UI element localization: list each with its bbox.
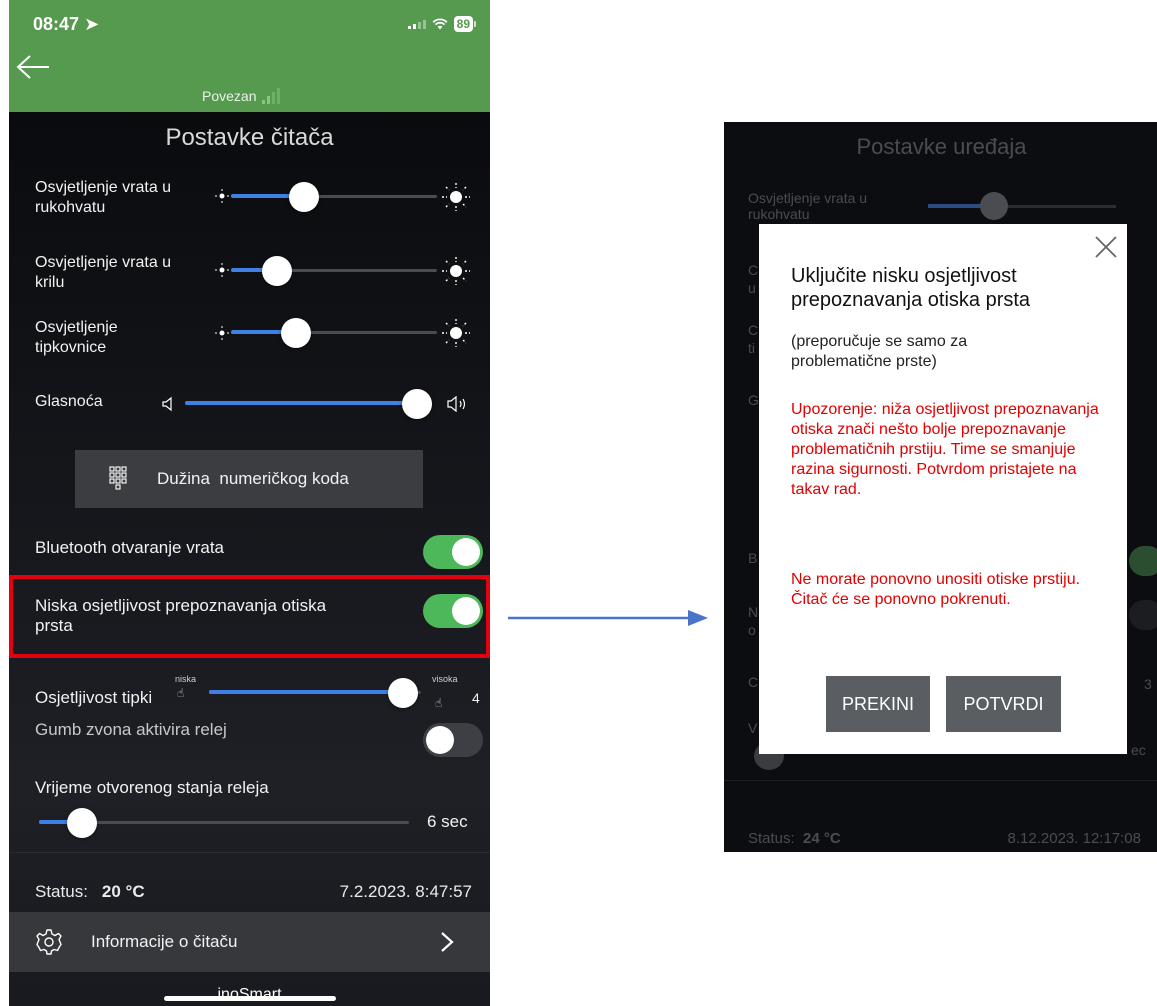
status-indicators: 89 (407, 16, 476, 32)
home-indicator (164, 996, 336, 1001)
bg-toggle (1129, 546, 1157, 576)
reader-info-label: Informacije o čitaču (91, 932, 238, 951)
divider (724, 780, 1157, 781)
bg-label-fragment: C (748, 262, 759, 278)
numeric-code-length-button[interactable]: Dužina numeričkog koda (75, 450, 423, 508)
page-title: Postavke uređaja (856, 134, 1027, 159)
volume-slider[interactable] (185, 389, 432, 419)
speaker-high-icon (447, 395, 466, 413)
battery-icon: 89 (453, 16, 476, 32)
dialog-title: Uključite nisku osjetljivost prepoznavan… (791, 265, 1031, 311)
page-title: Postavke čitača (165, 124, 334, 151)
slider-knob[interactable] (67, 808, 97, 838)
bg-label-fragment: N (748, 604, 759, 620)
signal-strength-icon (262, 88, 281, 104)
relay-time-slider[interactable] (39, 808, 409, 838)
relay-time-label: Vrijeme otvorenog stanja releja (35, 778, 269, 797)
slider-knob[interactable] (281, 318, 311, 348)
bg-label-fragment: u (748, 280, 756, 296)
brand-footer: inoSmart (217, 986, 282, 1003)
bg-label-fragment: B (748, 550, 758, 566)
location-arrow-icon: ➤ (84, 14, 100, 34)
volume-label: Glasnoća (35, 393, 103, 410)
handle-light-label: Osvjetljenje vrata u rukohvatu (35, 179, 172, 216)
bg-label-fragment: 3 (1144, 676, 1152, 692)
cancel-button[interactable]: PREKINI (826, 676, 930, 732)
slider-knob[interactable] (388, 678, 418, 708)
status-label: Status: (35, 882, 88, 901)
connector-arrow (508, 610, 708, 626)
wing-light-slider[interactable] (231, 256, 437, 286)
reader-settings-screen: 08:47 ➤ 89 Povezan Postavke čitača Osvje… (9, 0, 490, 1006)
confirmation-dialog: Uključite nisku osjetljivost prepoznavan… (759, 224, 1127, 754)
bg-label-fragment: V (748, 720, 758, 736)
wing-light-label: Osvjetljenje vrata u krilu (35, 254, 172, 291)
gear-icon (36, 929, 62, 955)
key-sensitivity-value: 4 (472, 690, 480, 706)
slider-knob[interactable] (289, 182, 319, 212)
dialog-warning: Upozorenje: niža osjetljivost prepoznava… (791, 401, 1099, 498)
numeric-code-length-label: Dužina numeričkog koda (157, 469, 349, 488)
battery-level: 89 (453, 16, 473, 32)
hand-icon: ☝ (177, 686, 185, 700)
status-line: Status: 20 °C (35, 882, 145, 902)
status-temperature: 20 °C (101, 882, 145, 901)
status-temperature: 24 °C (803, 830, 841, 847)
highlight-frame (9, 575, 490, 658)
dialog-note: Ne morate ponovno unositi otiske prstiju… (791, 571, 1081, 608)
dialog-subtitle: (preporučuje se samo za problematične pr… (791, 333, 968, 370)
confirm-button[interactable]: POTVRDI (946, 676, 1061, 732)
device-settings-screen: Postavke uređaja Osvjetljenje vrata u ru… (724, 122, 1157, 852)
bg-slider-knob (980, 192, 1008, 220)
app-header: 08:47 ➤ 89 Povezan (9, 0, 490, 112)
cell-signal-icon (407, 19, 426, 29)
bluetooth-label: Bluetooth otvaranje vrata (35, 538, 225, 557)
doorbell-relay-toggle[interactable] (423, 723, 483, 757)
wifi-icon (432, 18, 448, 30)
status-line: Status: 24 °C (748, 830, 841, 847)
relay-time-value: 6 sec (427, 812, 468, 831)
key-sensitivity-slider[interactable] (209, 678, 421, 708)
slider-knob[interactable] (262, 256, 292, 286)
keypad-icon (109, 466, 127, 490)
bluetooth-toggle[interactable] (423, 535, 483, 569)
sun-small-icon (215, 326, 229, 340)
back-arrow-icon[interactable] (15, 54, 51, 80)
sun-large-icon (442, 257, 470, 285)
sun-small-icon (215, 189, 229, 203)
status-time: 08:47 ➤ (33, 14, 100, 34)
hand-icon: ☝ (435, 696, 443, 710)
sun-large-icon (442, 183, 470, 211)
divider (9, 852, 490, 853)
bg-label-fragment: C (748, 322, 759, 338)
status-datetime: 8.12.2023. 12:17:08 (1007, 830, 1141, 847)
key-sensitivity-high: visoka (432, 674, 458, 684)
bg-label-fragment: ti (748, 340, 755, 356)
bg-label-fragment: G (748, 392, 759, 408)
bg-label-fragment: o (748, 622, 756, 638)
handle-light-slider[interactable] (231, 182, 437, 212)
sun-large-icon (442, 319, 470, 347)
speaker-low-icon (162, 396, 172, 412)
key-sensitivity-label: Osjetljivost tipki (35, 688, 153, 707)
close-icon[interactable] (1093, 234, 1119, 260)
bg-label-fragment: C (748, 674, 759, 690)
sun-small-icon (215, 263, 229, 277)
keyboard-light-label: Osvjetljenje tipkovnice (35, 319, 118, 356)
connection-status: Povezan (202, 88, 281, 104)
connection-label: Povezan (202, 88, 257, 104)
keyboard-light-slider[interactable] (231, 318, 437, 348)
bg-label-fragment: ec (1131, 742, 1146, 758)
chevron-right-icon (441, 932, 454, 952)
reader-info-button[interactable]: Informacije o čitaču (9, 912, 490, 972)
status-datetime: 7.2.2023. 8:47:57 (339, 882, 472, 901)
handle-light-label: Osvjetljenje vrata u rukohvatu (748, 190, 868, 222)
slider-knob[interactable] (402, 389, 432, 419)
bg-toggle (1129, 600, 1157, 630)
key-sensitivity-low: niska (175, 674, 197, 684)
doorbell-relay-label: Gumb zvona aktivira relej (35, 720, 227, 739)
screen-background (9, 112, 490, 1006)
